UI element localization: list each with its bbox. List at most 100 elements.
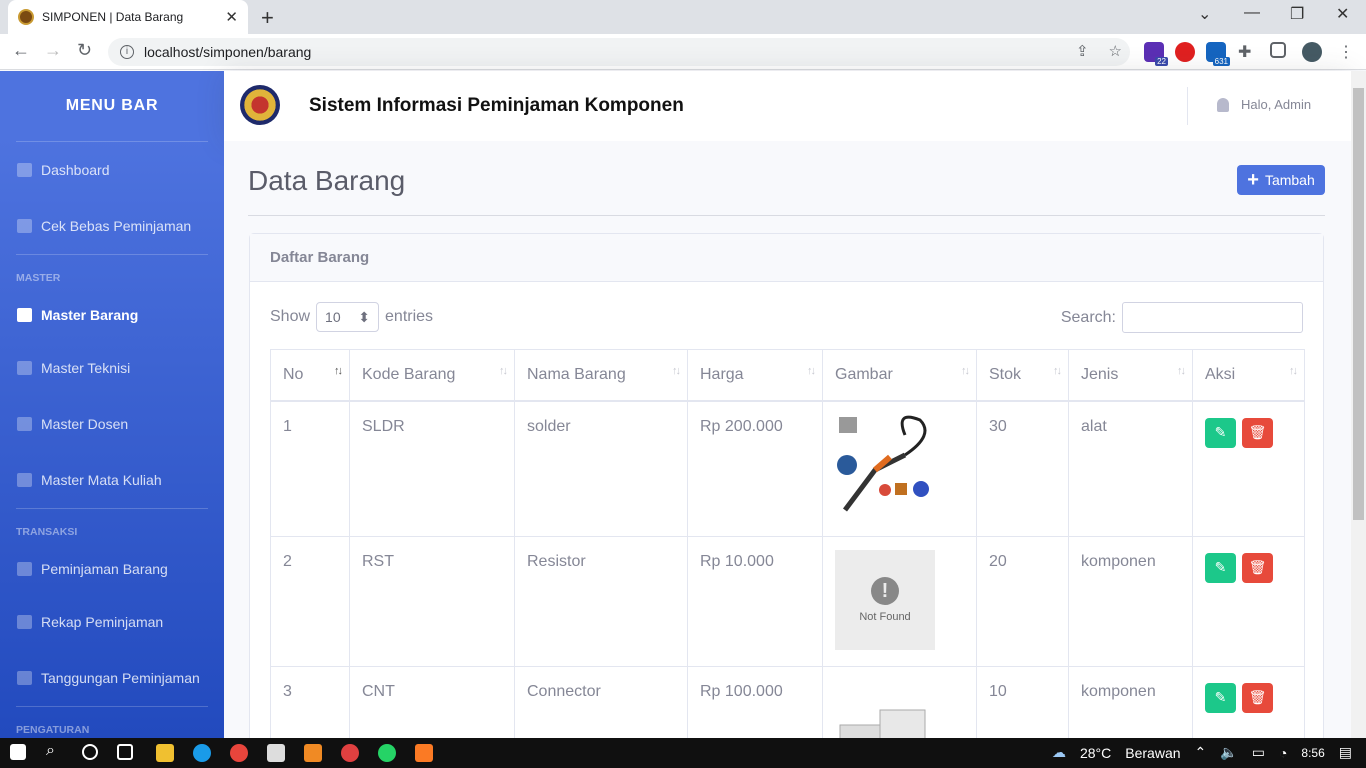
favicon-icon — [18, 9, 34, 25]
url-text: localhost/simponen/barang — [144, 44, 312, 60]
file-explorer-icon[interactable] — [156, 744, 174, 762]
sidebar-item-label: Master Teknisi — [41, 360, 131, 376]
cell-kode: CNT — [349, 665, 515, 738]
add-button[interactable]: + Tambah — [1237, 165, 1325, 195]
main-content: Data Barang + Tambah Daftar Barang Show 1… — [224, 141, 1351, 738]
sublime-icon[interactable] — [304, 744, 322, 762]
weather-temp[interactable]: 28°C — [1080, 745, 1111, 761]
xampp-icon[interactable] — [415, 744, 433, 762]
search-icon[interactable]: ⌕ — [46, 742, 55, 760]
page-scrollbar[interactable] — [1351, 71, 1366, 738]
cell-gambar: ! Not Found — [822, 535, 977, 667]
column-header-no[interactable]: No ↑↓ — [270, 349, 350, 402]
cortana-icon[interactable] — [82, 744, 98, 760]
entries-value: 10 — [325, 309, 341, 325]
sidebar-item-label: Rekap Peminjaman — [41, 614, 164, 630]
search-input[interactable] — [1122, 302, 1303, 333]
edit-button[interactable]: ✎ — [1205, 552, 1236, 583]
calculator-icon[interactable] — [267, 744, 285, 762]
share-icon[interactable]: ⇪ — [1076, 42, 1089, 60]
header-label: No — [283, 365, 304, 383]
cell-aksi: ✎ 🗑 — [1192, 665, 1305, 738]
sidebar-heading-transaksi: TRANSAKSI — [16, 526, 78, 538]
chrome-icon[interactable] — [230, 744, 248, 762]
volume-icon[interactable]: 🔈 — [1220, 744, 1237, 761]
close-tab-icon[interactable]: ✕ — [225, 8, 238, 26]
forward-icon[interactable]: → — [44, 40, 62, 61]
avatar[interactable] — [1302, 42, 1322, 62]
menu-icon[interactable]: ⋮ — [1338, 42, 1358, 62]
column-header-gambar[interactable]: Gambar ↑↓ — [822, 349, 977, 402]
user-dropdown[interactable]: Halo, Admin — [1217, 97, 1311, 112]
table-search: Search: — [1061, 302, 1303, 333]
solder-image[interactable] — [835, 415, 935, 515]
sidebar-item-master-teknisi[interactable]: Master Teknisi — [0, 340, 224, 396]
tab-search-icon[interactable]: ⌄ — [1198, 4, 1211, 24]
extension-icon[interactable]: 631 — [1206, 42, 1230, 66]
whatsapp-icon[interactable] — [378, 744, 396, 762]
header-label: Gambar — [835, 365, 893, 383]
windows-start-icon[interactable] — [10, 744, 26, 760]
sidebar-brand[interactable]: MENU BAR — [0, 71, 224, 141]
edge-icon[interactable] — [193, 744, 211, 762]
sidebar-item-tanggungan-peminjaman[interactable]: Tanggungan Peminjaman — [0, 650, 224, 706]
tray-chevron-icon[interactable]: ⌃ — [1195, 744, 1207, 761]
file-icon — [17, 615, 32, 629]
delete-button[interactable]: 🗑 — [1242, 682, 1273, 713]
sidebar-item-peminjaman-barang[interactable]: Peminjaman Barang — [0, 544, 224, 594]
user-icon — [17, 417, 32, 431]
column-header-harga[interactable]: Harga ↑↓ — [687, 349, 823, 402]
info-icon[interactable]: i — [120, 45, 134, 59]
extension-icon[interactable]: 22 — [1144, 42, 1168, 66]
edit-button[interactable]: ✎ — [1205, 417, 1236, 448]
user-icon — [1217, 97, 1229, 112]
clock[interactable]: 8:56 — [1301, 746, 1324, 760]
weather-desc[interactable]: Berawan — [1125, 745, 1180, 761]
connector-image[interactable] — [835, 680, 935, 739]
app-icon[interactable] — [341, 744, 359, 762]
opera-extension-icon[interactable] — [1175, 42, 1195, 62]
close-window-icon[interactable]: ✕ — [1336, 4, 1349, 24]
column-header-nama[interactable]: Nama Barang ↑↓ — [514, 349, 688, 402]
minimize-icon[interactable]: — — [1244, 4, 1260, 22]
battery-icon[interactable]: ▭ — [1252, 744, 1265, 761]
sidebar-item-master-barang[interactable]: Master Barang — [0, 290, 224, 340]
column-header-kode[interactable]: Kode Barang ↑↓ — [349, 349, 515, 402]
column-header-aksi[interactable]: Aksi ↑↓ — [1192, 349, 1305, 402]
column-header-stok[interactable]: Stok ↑↓ — [976, 349, 1069, 402]
task-view-icon[interactable] — [117, 744, 133, 760]
browser-tab[interactable]: SIMPONEN | Data Barang ✕ — [8, 0, 248, 34]
sidebar-item-master-mata-kuliah[interactable]: Master Mata Kuliah — [0, 452, 224, 508]
cell-stok: 30 — [976, 400, 1069, 537]
app-logo — [240, 85, 280, 125]
url-field[interactable]: i localhost/simponen/barang ⇪ ☆ — [108, 38, 1130, 66]
side-panel-icon[interactable] — [1270, 42, 1286, 58]
notification-icon[interactable]: ▤ — [1339, 744, 1352, 761]
sidebar-item-dashboard[interactable]: Dashboard — [0, 142, 224, 198]
header-label: Nama Barang — [527, 365, 626, 383]
restore-icon[interactable]: ❐ — [1290, 4, 1304, 24]
trash-icon: 🗑 — [1248, 689, 1267, 705]
sidebar-item-rekap-peminjaman[interactable]: Rekap Peminjaman — [0, 594, 224, 650]
sidebar-item-cek-bebas[interactable]: Cek Bebas Peminjaman — [0, 198, 224, 254]
image-not-found[interactable]: ! Not Found — [835, 549, 935, 650]
puzzle-icon[interactable]: ✚ — [1238, 42, 1258, 62]
entries-select[interactable]: 10 ⬍ — [316, 302, 380, 332]
new-tab-icon[interactable]: + — [261, 5, 274, 31]
reload-icon[interactable]: ↻ — [77, 40, 92, 61]
table-row: 1 SLDR solder Rp 200.000 30 alat ✎ 🗑 — [270, 400, 1305, 537]
edit-button[interactable]: ✎ — [1205, 682, 1236, 713]
back-icon[interactable]: ← — [12, 40, 30, 61]
delete-button[interactable]: 🗑 — [1242, 552, 1273, 583]
bookmark-star-icon[interactable]: ☆ — [1109, 42, 1122, 60]
sidebar-item-master-dosen[interactable]: Master Dosen — [0, 396, 224, 452]
pencil-icon: ✎ — [1214, 424, 1227, 440]
cell-no: 2 — [270, 535, 350, 667]
weather-icon[interactable]: ☁ — [1052, 744, 1066, 761]
delete-button[interactable]: 🗑 — [1242, 417, 1273, 448]
scrollbar-thumb[interactable] — [1353, 88, 1364, 520]
column-header-jenis[interactable]: Jenis ↑↓ — [1068, 349, 1193, 402]
topbar: Sistem Informasi Peminjaman Komponen Hal… — [224, 71, 1351, 141]
wifi-icon[interactable]: ◔ — [1279, 745, 1287, 761]
topbar-divider — [1187, 87, 1188, 125]
